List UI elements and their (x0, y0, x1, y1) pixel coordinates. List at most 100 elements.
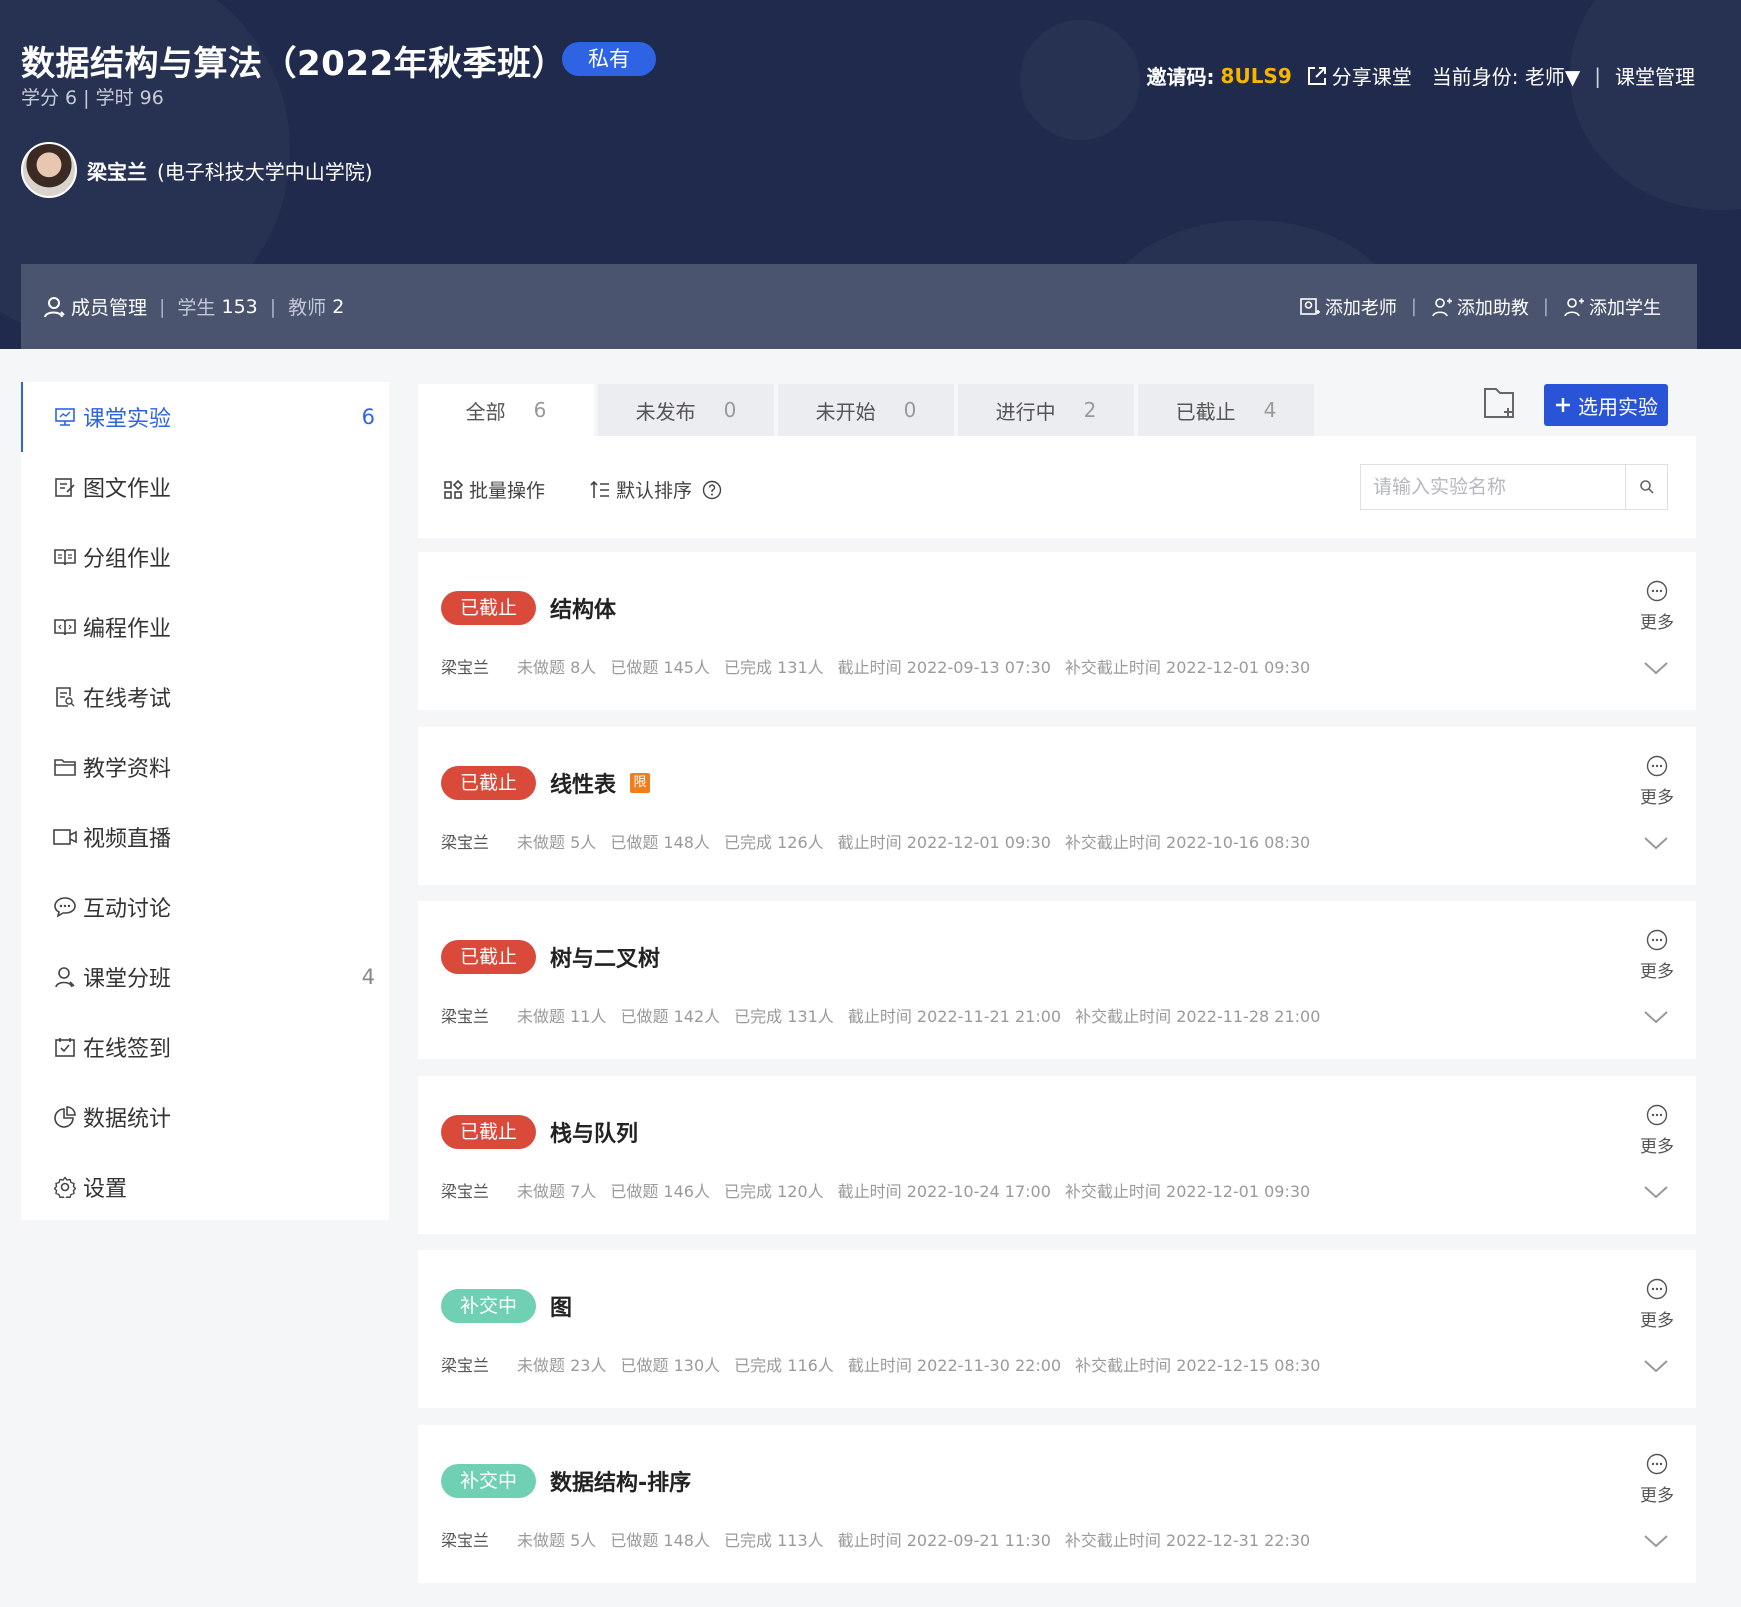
chevron-down-icon (1644, 1186, 1668, 1199)
stat-value: 2022-10-16 08:30 (1166, 833, 1311, 852)
expand-button[interactable] (1642, 1358, 1670, 1378)
experiment-meta: 梁宝兰 未做题 8人 已做题 145人 已完成 131人 截止时间 2022-09-13… (441, 654, 1310, 678)
sidebar-item-group-homework[interactable]: 分组作业 (21, 522, 389, 592)
expand-button[interactable] (1642, 1184, 1670, 1204)
experiment-title[interactable]: 数据结构-排序 (550, 1465, 691, 1497)
teachers-label: 教师 (288, 297, 327, 319)
more-button[interactable]: 更多 (1636, 755, 1678, 808)
stat-value: 2022-12-15 08:30 (1176, 1356, 1321, 1375)
share-class-link[interactable]: 分享课堂 (1306, 61, 1412, 90)
more-label: 更多 (1640, 1486, 1674, 1506)
sort-dropdown[interactable]: 默认排序 (590, 476, 722, 503)
help-icon[interactable] (702, 480, 722, 500)
video-icon (53, 825, 77, 849)
sidebar-item-statistics[interactable]: 数据统计 (21, 1082, 389, 1152)
experiment-card[interactable]: 已截止 结构体 梁宝兰 未做题 8人 已做题 145人 已完成 131人 截止时间 2022… (418, 552, 1696, 710)
sidebar-item-label: 数据统计 (83, 1107, 172, 1132)
experiment-title[interactable]: 图 (550, 1290, 572, 1322)
sidebar-item-homework[interactable]: 图文作业 (21, 452, 389, 522)
tab-all[interactable]: 全部 6 (418, 384, 594, 436)
tab-closed[interactable]: 已截止 4 (1138, 384, 1314, 436)
sidebar-item-discussion[interactable]: 互动讨论 (21, 872, 389, 942)
search-input[interactable] (1361, 465, 1625, 509)
expand-button[interactable] (1642, 660, 1670, 680)
experiment-name: 栈与队列 (550, 1122, 639, 1147)
course-title: 数据结构与算法（2022年秋季班） (21, 44, 567, 84)
sidebar-item-materials[interactable]: 教学资料 (21, 732, 389, 802)
select-experiment-label: 选用实验 (1578, 394, 1658, 419)
chevron-down-icon (1644, 837, 1668, 850)
add-student-button[interactable]: 添加学生 (1563, 294, 1661, 320)
sidebar-item-settings[interactable]: 设置 (21, 1152, 389, 1222)
new-folder-button[interactable] (1482, 386, 1522, 422)
chevron-down-icon (1644, 1011, 1668, 1024)
identity-dropdown[interactable]: 当前身份: 老师▼ (1432, 61, 1580, 90)
stat-value: 2022-09-13 07:30 (906, 658, 1051, 677)
sidebar-item-label: 在线考试 (83, 687, 172, 712)
more-button[interactable]: 更多 (1636, 1453, 1678, 1506)
tab-unpublished[interactable]: 未发布 0 (598, 384, 774, 436)
not-done-stat: 未做题 23人 (517, 1352, 606, 1376)
tab-in-progress[interactable]: 进行中 2 (958, 384, 1134, 436)
experiment-meta: 梁宝兰 未做题 5人 已做题 148人 已完成 126人 截止时间 2022-12-01… (441, 829, 1310, 853)
more-icon (1646, 1278, 1668, 1300)
sidebar-item-class-groups[interactable]: 课堂分班 4 (21, 942, 389, 1012)
sidebar-item-exam[interactable]: 在线考试 (21, 662, 389, 732)
tab-not-started[interactable]: 未开始 0 (778, 384, 954, 436)
experiment-card[interactable]: 已截止 栈与队列 梁宝兰 未做题 7人 已做题 146人 已完成 120人 截止时间 202… (418, 1076, 1696, 1234)
sort-icon (590, 480, 609, 498)
stat-label: 已完成 (723, 658, 772, 677)
experiment-card[interactable]: 已截止 线性表限梁宝兰 未做题 5人 已做题 148人 已完成 126人 截止时间 202… (418, 727, 1696, 885)
batch-operation-button[interactable]: 批量操作 (443, 476, 545, 503)
divider: | (1410, 296, 1417, 317)
sidebar-item-checkin[interactable]: 在线签到 (21, 1012, 389, 1082)
limited-badge: 限 (630, 773, 651, 793)
experiment-card[interactable]: 补交中 数据结构-排序 梁宝兰 未做题 5人 已做题 148人 已完成 113人 截止时间 … (418, 1425, 1696, 1583)
sort-label: 默认排序 (616, 480, 693, 502)
makeup-deadline: 补交截止时间 2022-12-01 09:30 (1065, 1178, 1310, 1202)
add-ta-button[interactable]: 添加助教 (1431, 294, 1529, 320)
select-experiment-button[interactable]: 选用实验 (1544, 384, 1668, 426)
experiment-title[interactable]: 栈与队列 (550, 1116, 638, 1148)
plus-icon (1556, 398, 1570, 412)
class-manage-link[interactable]: 课堂管理 (1615, 61, 1695, 90)
sidebar-item-label: 课堂分班 (83, 967, 172, 992)
tab-count: 0 (723, 398, 737, 422)
monitor-icon (53, 405, 77, 429)
experiment-name: 数据结构-排序 (550, 1471, 692, 1496)
add-user-icon (1432, 297, 1452, 316)
experiment-title[interactable]: 树与二叉树 (550, 941, 660, 973)
not-done-stat: 未做题 5人 (517, 1527, 596, 1551)
experiment-title[interactable]: 线性表限 (550, 767, 651, 799)
experiment-card[interactable]: 补交中图梁宝兰 未做题 23人 已做题 130人 已完成 116人 截止时间 2022-… (418, 1250, 1696, 1408)
more-button[interactable]: 更多 (1636, 929, 1678, 982)
experiment-card[interactable]: 已截止 树与二叉树 梁宝兰 未做题 11人 已做题 142人 已完成 131人 截止时间 2… (418, 901, 1696, 1059)
status-tabs: 全部 6 未发布 0 未开始 0 进行中 2 已截止 4 (418, 384, 1314, 436)
sidebar-item-programming[interactable]: 编程作业 (21, 592, 389, 662)
sidebar-item-label: 在线签到 (83, 1037, 172, 1062)
folder-icon (53, 755, 77, 779)
more-button[interactable]: 更多 (1636, 1278, 1678, 1331)
stat-label: 已做题 (620, 1007, 669, 1026)
more-label: 更多 (1640, 1311, 1674, 1331)
stat-label: 已做题 (620, 1356, 669, 1375)
stat-value: 142人 (673, 1007, 721, 1026)
deadline: 截止时间 2022-10-24 17:00 (838, 1178, 1051, 1202)
sidebar-item-experiments[interactable]: 课堂实验 6 (21, 382, 389, 452)
expand-button[interactable] (1642, 835, 1670, 855)
code-icon (53, 615, 77, 639)
sidebar-item-count: 4 (361, 965, 375, 989)
expand-button[interactable] (1642, 1533, 1670, 1553)
search-button[interactable] (1625, 465, 1667, 509)
completed-stat: 已完成 131人 (724, 654, 824, 678)
more-button[interactable]: 更多 (1636, 1104, 1678, 1157)
member-manage-link[interactable]: 成员管理 (71, 293, 147, 320)
stat-value: 23人 (570, 1356, 607, 1375)
stat-value: 2022-11-28 21:00 (1176, 1007, 1321, 1026)
expand-button[interactable] (1642, 1009, 1670, 1029)
more-button[interactable]: 更多 (1636, 580, 1678, 633)
add-teacher-button[interactable]: 添加老师 (1299, 294, 1397, 320)
sidebar-item-live-video[interactable]: 视频直播 (21, 802, 389, 872)
experiment-title[interactable]: 结构体 (550, 592, 616, 624)
folder-add-icon (1484, 388, 1514, 418)
